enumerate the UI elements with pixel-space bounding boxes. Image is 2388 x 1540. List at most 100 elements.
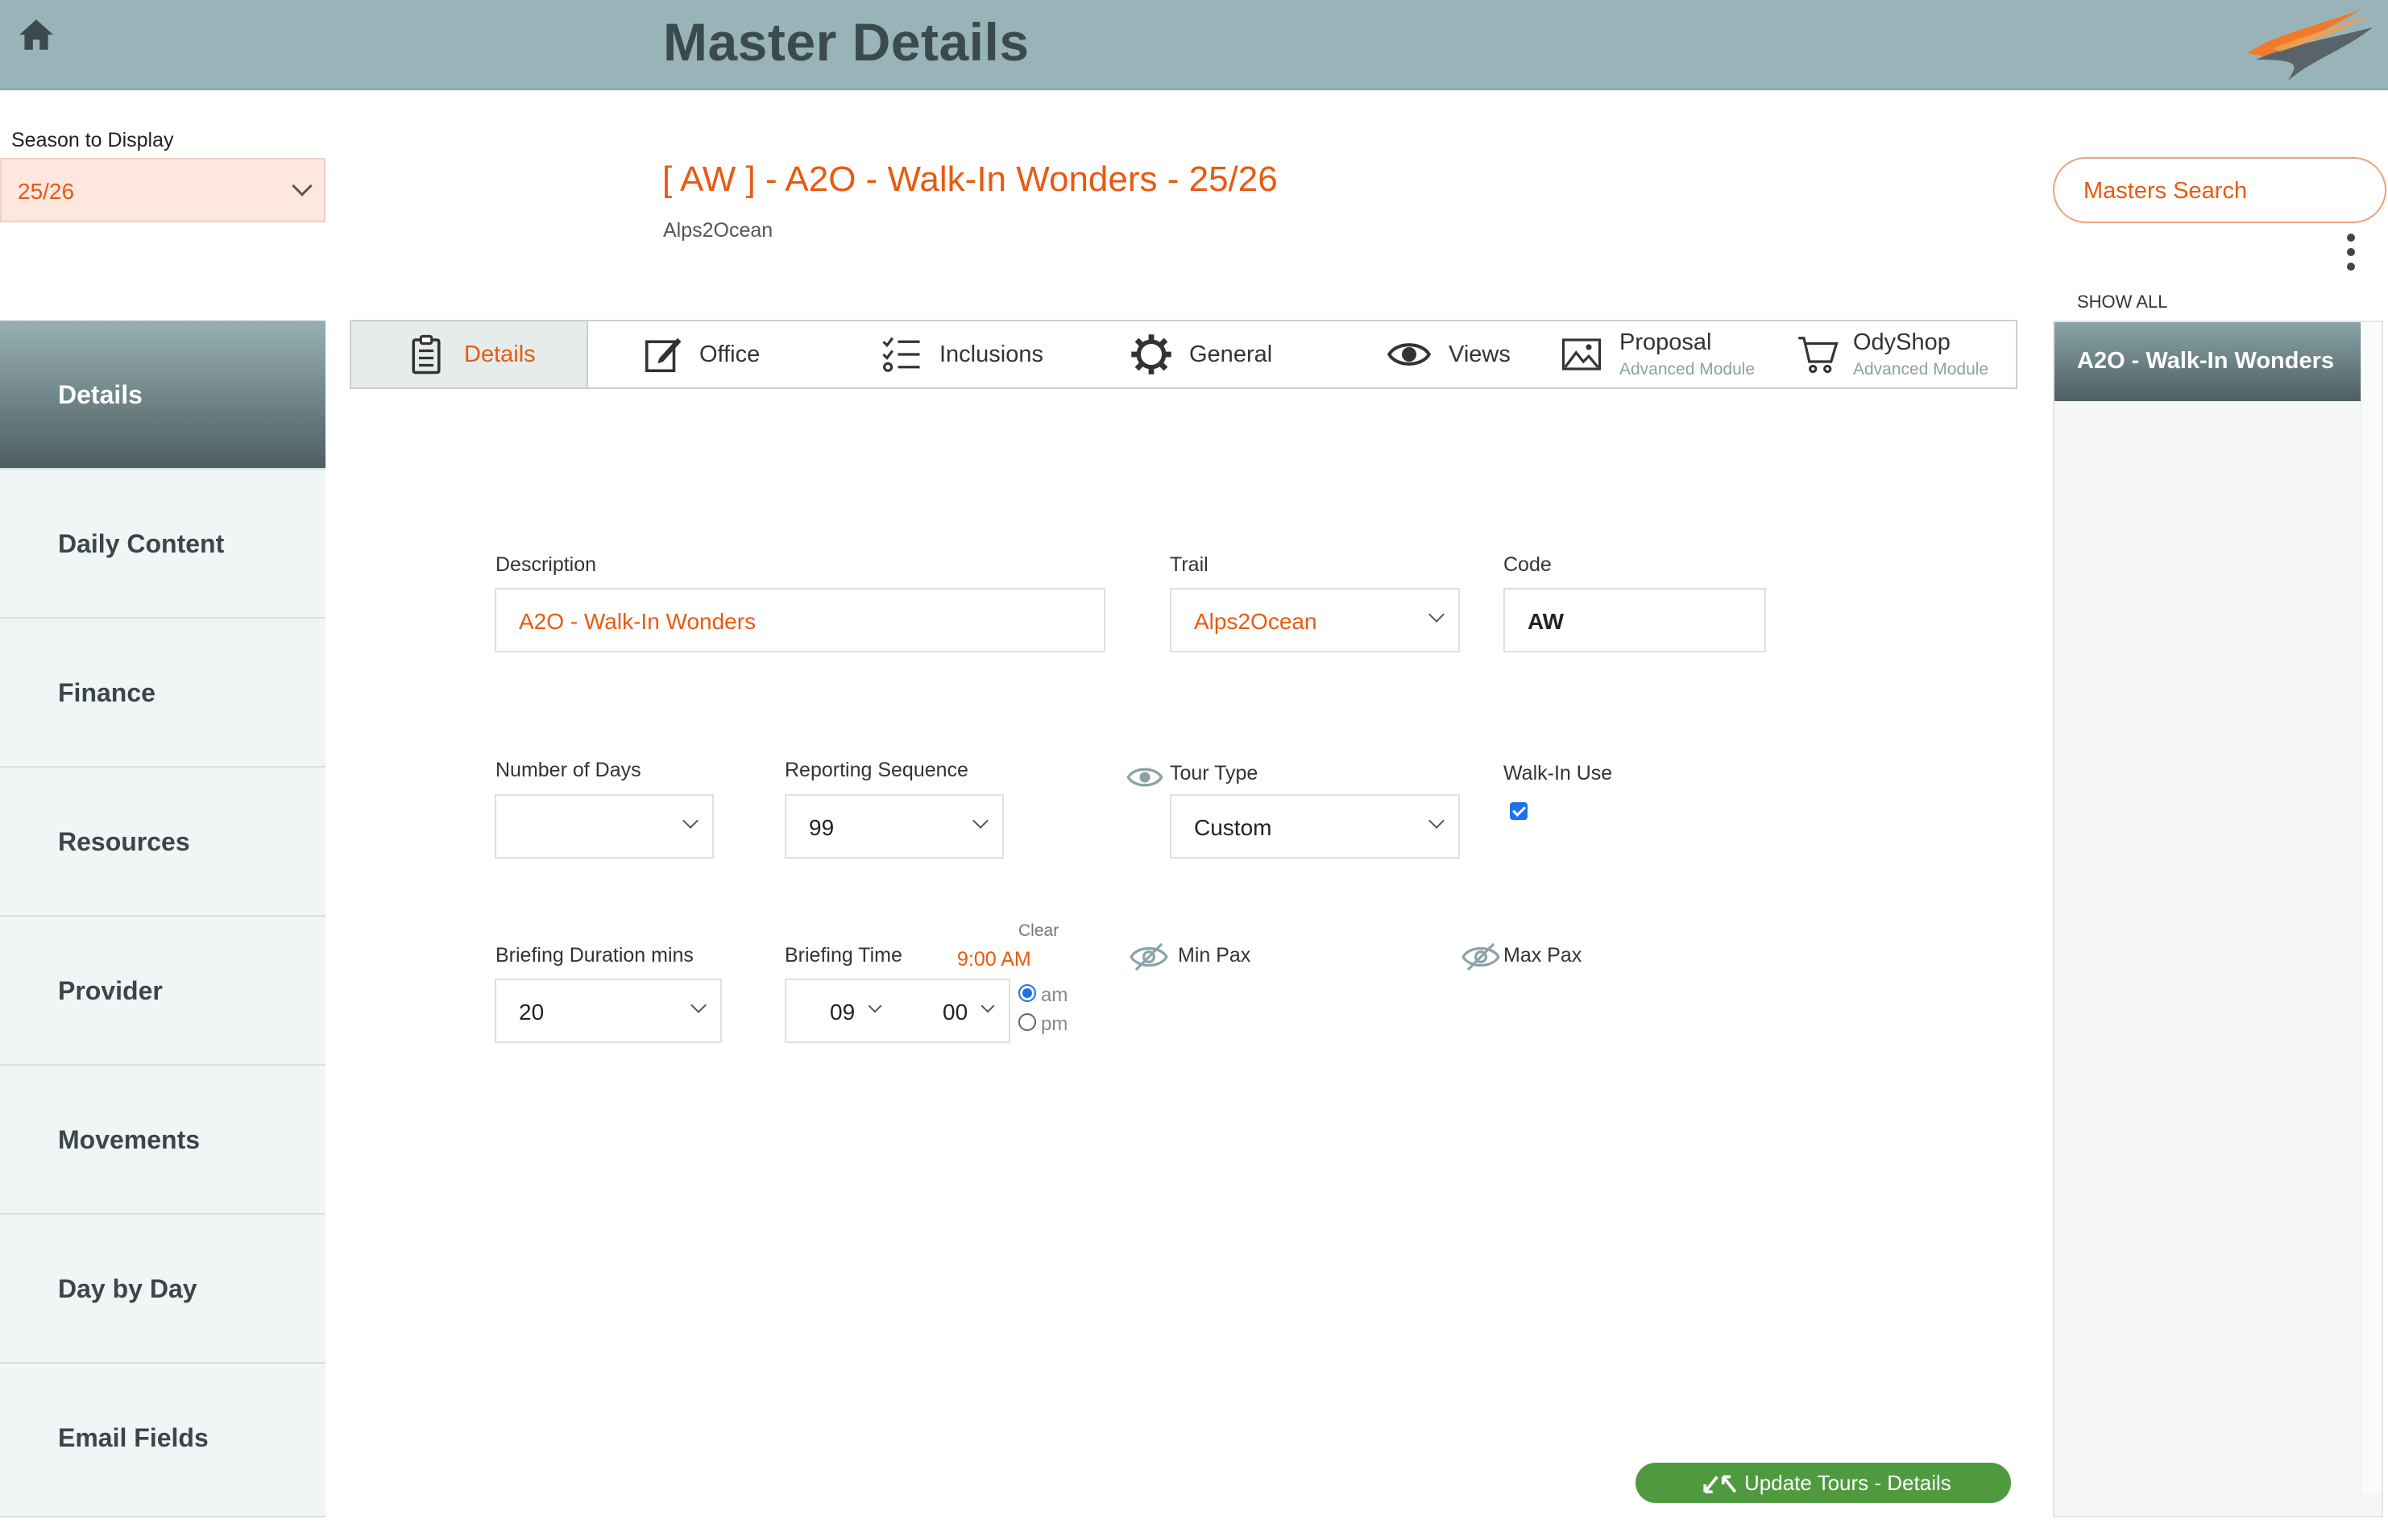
sidebar-item-label: Provider [58, 976, 163, 1005]
tab-label: General [1189, 342, 1273, 367]
hour-value: 09 [830, 1000, 856, 1025]
reporting-sequence-select[interactable]: 99 [785, 794, 1004, 859]
tour-type-value: Custom [1194, 815, 1272, 840]
sidebar-item-day-by-day[interactable]: Day by Day [0, 1215, 325, 1364]
code-label: Code [1503, 553, 1552, 576]
sidebar-item-label: Daily Content [58, 529, 225, 558]
tab-bar: Details Office Inclusions General Views … [350, 320, 2017, 389]
masters-list-panel: A2O - Walk-In Wonders [2053, 321, 2383, 1517]
walk-in-use-label: Walk-In Use [1503, 762, 1613, 784]
top-bar: Master Details [0, 0, 2388, 90]
sidebar-item-label: Resources [58, 827, 190, 856]
trail-select[interactable]: Alps2Ocean [1170, 588, 1460, 652]
clear-link[interactable]: Clear [1018, 921, 1059, 941]
eye-icon [1387, 343, 1431, 366]
code-input[interactable]: AW [1503, 588, 1766, 652]
season-label: Season to Display [11, 129, 174, 151]
show-all-link[interactable]: SHOW ALL [2077, 292, 2167, 313]
chevron-down-icon [292, 176, 313, 197]
master-subtitle: Alps2Ocean [663, 219, 773, 242]
briefing-time-label: Briefing Time [785, 944, 902, 967]
master-title: [ AW ] - A2O - Walk-In Wonders - 25/26 [662, 159, 1278, 199]
tab-views[interactable]: Views [1334, 321, 1576, 387]
briefing-duration-value: 20 [519, 1000, 545, 1025]
sidebar-item-label: Email Fields [58, 1423, 209, 1452]
cart-icon [1798, 337, 1839, 374]
code-value: AW [1528, 609, 1565, 634]
eye-off-icon[interactable] [1461, 942, 1500, 971]
description-label: Description [495, 553, 597, 576]
am-label: am [1041, 984, 1068, 1006]
tab-inclusions[interactable]: Inclusions [835, 321, 1084, 387]
description-value: A2O - Walk-In Wonders [519, 609, 757, 634]
page-title: Master Details [663, 12, 1030, 72]
number-of-days-label: Number of Days [495, 759, 641, 781]
tab-odyshop[interactable]: OdyShop Advanced Module [1797, 321, 2014, 387]
briefing-duration-label: Briefing Duration mins [495, 944, 694, 967]
walk-in-use-checkbox[interactable] [1510, 802, 1528, 820]
tab-details[interactable]: Details [351, 321, 588, 387]
home-icon[interactable] [16, 14, 56, 55]
sidebar-item-details[interactable]: Details [0, 321, 325, 470]
masters-list-scrollbar[interactable] [2361, 322, 2382, 1493]
tab-general[interactable]: General [1084, 321, 1334, 387]
chevron-down-icon [980, 999, 995, 1013]
tab-label: Views [1449, 342, 1511, 367]
chevron-down-icon [1428, 606, 1445, 623]
min-pax-label: Min Pax [1178, 944, 1251, 967]
reporting-sequence-label: Reporting Sequence [785, 759, 968, 781]
more-options-icon[interactable] [2341, 234, 2361, 277]
tab-label: Details [464, 342, 536, 367]
masters-search-button[interactable]: Masters Search [2053, 157, 2386, 223]
tab-label: Proposal [1619, 329, 1712, 355]
briefing-duration-select[interactable]: 20 [495, 979, 722, 1043]
sidebar-item-label: Finance [58, 678, 155, 707]
max-pax-label: Max Pax [1503, 944, 1582, 967]
reporting-sequence-value: 99 [809, 815, 835, 840]
pm-radio[interactable] [1018, 1013, 1036, 1031]
swoosh-logo [2248, 10, 2373, 81]
chevron-down-icon [682, 813, 699, 829]
briefing-time-picker[interactable]: 09 00 [785, 979, 1010, 1043]
tab-label: Inclusions [939, 342, 1043, 367]
season-value: 25/26 [18, 179, 75, 204]
tab-proposal[interactable]: Proposal Advanced Module [1560, 321, 1793, 387]
clipboard-icon [412, 334, 441, 375]
sync-arrows-icon [1703, 1475, 1737, 1494]
sidebar-item-resources[interactable]: Resources [0, 768, 325, 917]
sidebar-item-email-fields[interactable]: Email Fields [0, 1364, 325, 1517]
number-of-days-select[interactable] [495, 794, 714, 859]
sidebar-item-label: Day by Day [58, 1274, 197, 1303]
gear-icon [1131, 334, 1171, 375]
sidebar-item-provider[interactable]: Provider [0, 917, 325, 1066]
sidebar-item-label: Details [58, 380, 143, 409]
description-input[interactable]: A2O - Walk-In Wonders [495, 588, 1105, 652]
sidebar: Details Daily Content Finance Resources … [0, 321, 325, 1517]
chevron-down-icon [868, 999, 882, 1013]
tour-type-label: Tour Type [1170, 762, 1258, 784]
eye-off-icon[interactable] [1130, 942, 1168, 971]
chevron-down-icon [690, 997, 707, 1013]
masters-list-item-label: A2O - Walk-In Wonders [2077, 348, 2335, 374]
sidebar-item-movements[interactable]: Movements [0, 1066, 325, 1215]
chevron-down-icon [1428, 813, 1445, 829]
trail-label: Trail [1170, 553, 1209, 576]
tab-office[interactable]: Office [590, 321, 831, 387]
minute-value: 00 [943, 1000, 968, 1025]
update-tours-button[interactable]: Update Tours - Details [1636, 1463, 2011, 1503]
pm-label: pm [1041, 1013, 1068, 1035]
masters-list-item[interactable]: A2O - Walk-In Wonders [2054, 322, 2362, 401]
sidebar-item-finance[interactable]: Finance [0, 619, 325, 768]
update-tours-label: Update Tours - Details [1744, 1471, 1951, 1495]
sidebar-item-daily-content[interactable]: Daily Content [0, 470, 325, 619]
season-select[interactable]: 25/26 [0, 158, 325, 222]
edit-icon [645, 337, 682, 373]
tab-sublabel: Advanced Module [1619, 360, 1756, 379]
chevron-down-icon [972, 813, 989, 829]
tab-label: Office [699, 342, 761, 367]
am-radio[interactable] [1018, 984, 1036, 1002]
checklist-icon [882, 337, 920, 372]
eye-icon[interactable] [1126, 765, 1163, 789]
tab-label: OdyShop [1853, 329, 1951, 355]
tour-type-select[interactable]: Custom [1170, 794, 1460, 859]
